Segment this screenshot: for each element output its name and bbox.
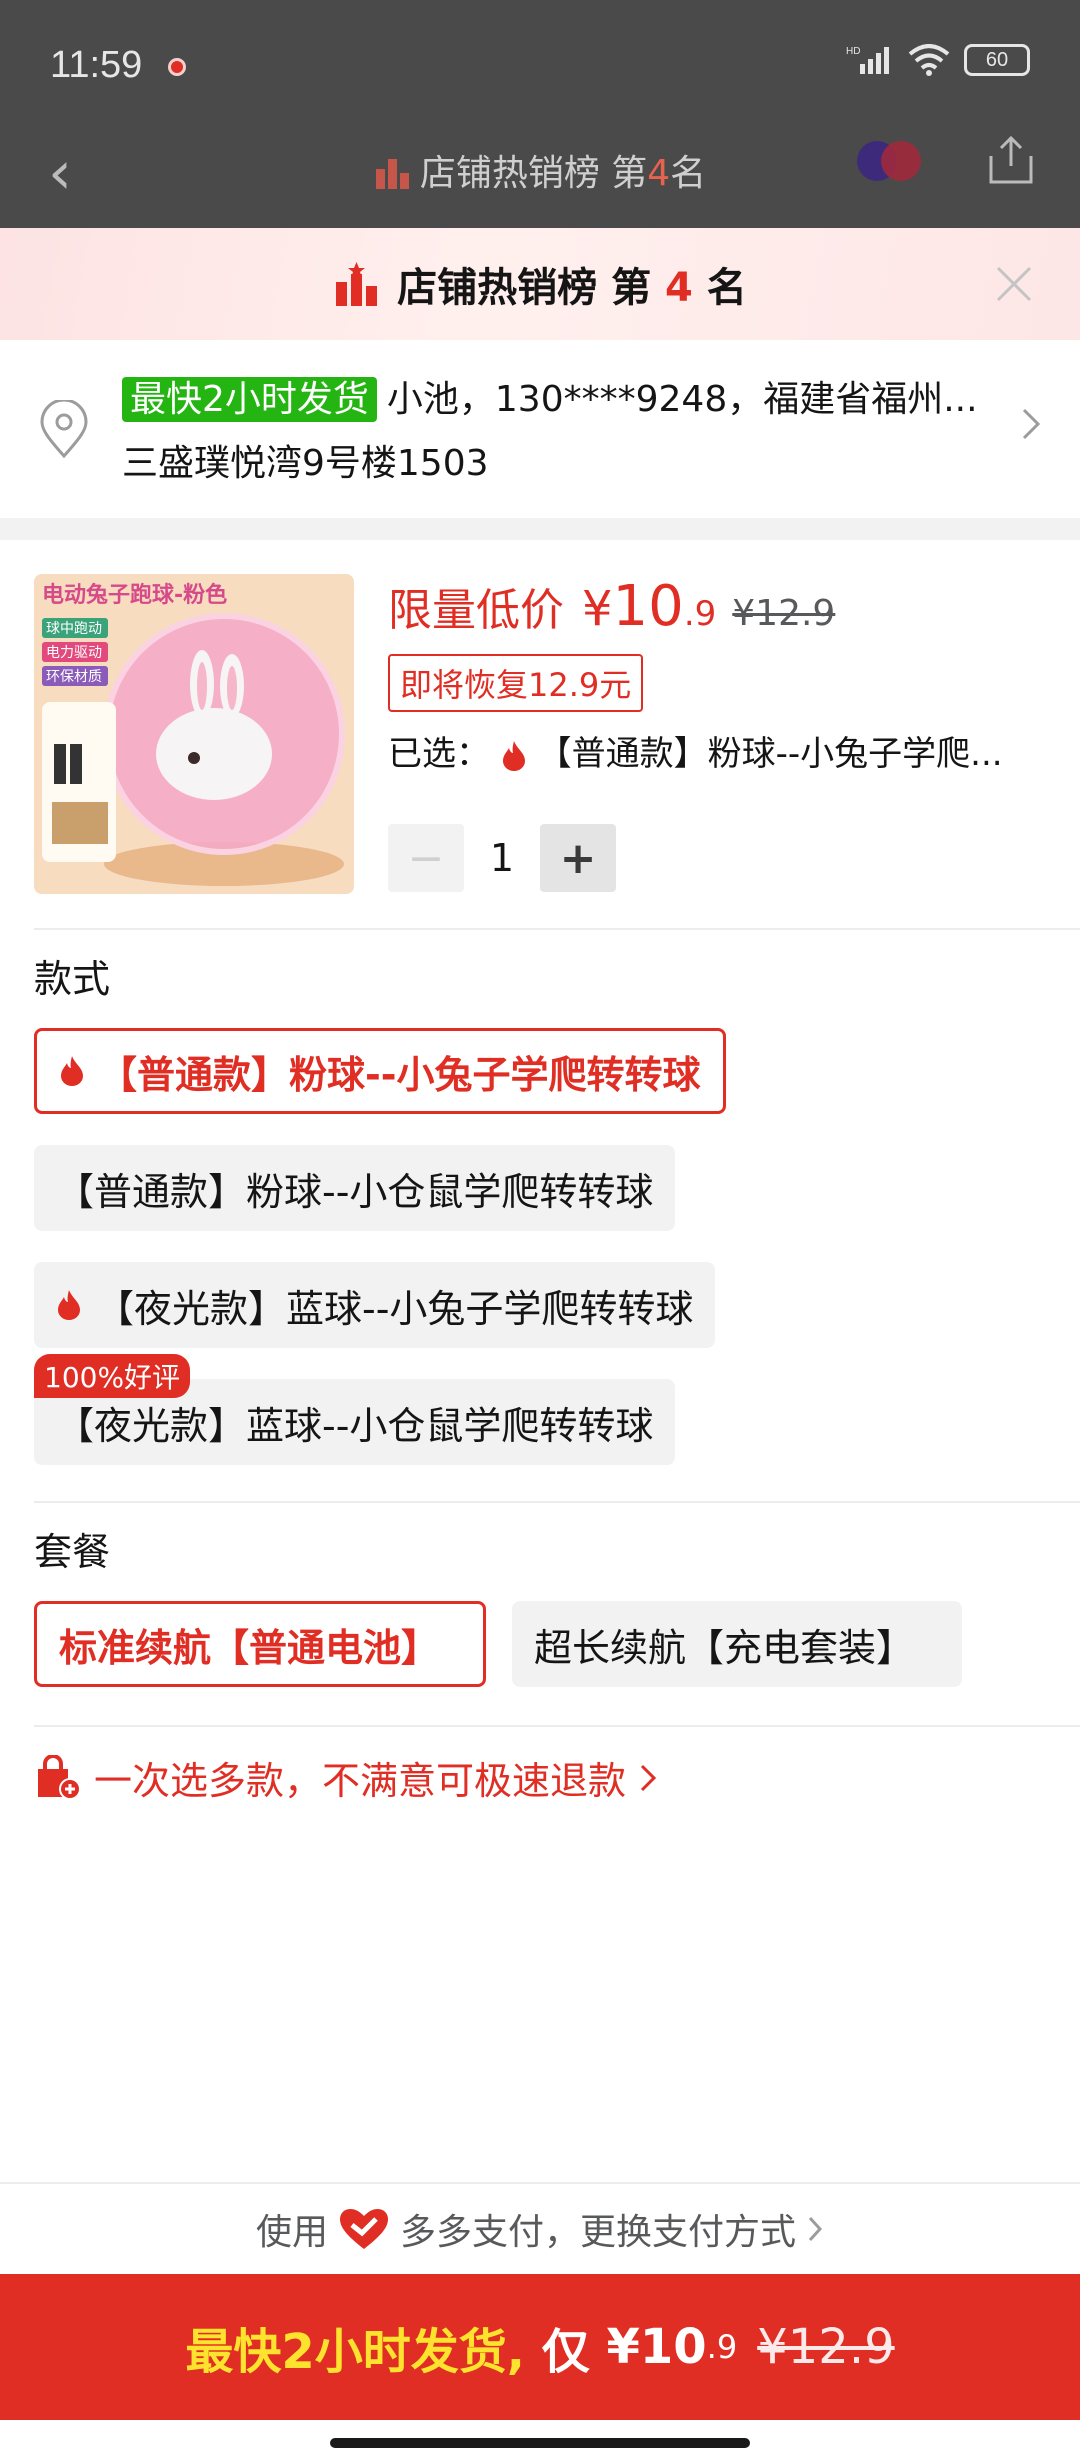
buy-fast-text: 最快2小时发货, [185,2324,526,2380]
product-image[interactable]: 电动兔子跑球-粉色 球中跑动 电力驱动 环保材质 [34,574,354,894]
background-title-rank: 4 [647,153,671,194]
image-feature-3: 环保材质 [46,669,102,685]
quantity-stepper: − 1 + [388,824,616,892]
price-integer: 10 [612,574,684,639]
fast-ship-tag: 最快2小时发货 [122,377,377,422]
rank-number: 4 [665,265,693,311]
status-bar: 11:59 HD 60 [0,0,1080,135]
chevron-right-icon [1022,408,1041,440]
section-divider [0,518,1080,540]
decrease-button[interactable]: − [388,824,464,892]
package-option-2[interactable]: 超长续航【充电套装】 [512,1601,962,1687]
address-contact: 小池，130****9248，福建省福州... [386,379,978,420]
selected-value: 【普通款】粉球--小兔子学爬... [537,734,1003,774]
close-icon[interactable] [988,258,1040,310]
address-line2: 三盛璞悦湾9号楼1503 [122,443,489,484]
price-line: 限量低价 ¥10.9 ¥12.9 [388,574,835,639]
original-price: ¥12.9 [732,593,836,634]
multi-select-text: 一次选多款，不满意可极速退款 [94,1759,627,1803]
status-icons: HD 60 [846,44,1030,76]
payment-method[interactable]: 使用 多多支付，更换支付方式 [0,2182,1080,2274]
flame-icon [58,1290,80,1320]
selected-sku: 已选： 【普通款】粉球--小兔子学爬... [388,726,1048,775]
background-nav: ‹ 店铺热销榜 第4名 [0,120,1080,220]
sku-selection-sheet: 店铺热销榜 第 4 名 最快2小时发货 小池，130****9248，福建省福州.… [0,228,1080,2460]
background-title-suffix: 名 [670,153,707,194]
price-restore-tag: 即将恢复12.9元 [388,654,644,712]
rank-banner-text: 店铺热销榜 第 4 名 [397,255,747,313]
product-photo: 电动兔子跑球-粉色 球中跑动 电力驱动 环保材质 [34,574,354,894]
chevron-right-icon [808,2216,823,2242]
package-option-label: 超长续航【充电套装】 [534,1625,915,1670]
network-type: HD [846,46,860,57]
pay-prefix: 使用 [255,2212,328,2253]
price-currency: ¥ [582,581,613,637]
rank-icon [336,262,378,306]
chevron-right-icon [640,1764,657,1791]
image-feature-1: 球中跑动 [46,621,102,637]
style-section-title: 款式 [34,957,111,1001]
buy-currency: ¥ [606,2319,640,2375]
notification-icon [168,58,186,76]
status-time: 11:59 [50,44,143,86]
buy-price-int: 10 [639,2319,707,2375]
buy-price-decimal: .9 [706,2328,738,2366]
flame-icon [61,1056,83,1086]
divider [34,1725,1080,1727]
package-option-1[interactable]: 标准续航【普通电池】 [34,1601,486,1687]
duoduo-pay-icon [340,2209,388,2249]
buy-button[interactable]: 最快2小时发货, 仅 ¥10.9 ¥12.9 [0,2274,1080,2420]
rank-icon [375,159,409,189]
divider [34,1501,1080,1503]
style-option-3[interactable]: 【夜光款】蓝球--小兔子学爬转转球 [34,1262,716,1348]
style-option-label: 【夜光款】蓝球--小仓鼠学爬转转球 [56,1403,654,1448]
rank-suffix: 名 [706,265,747,311]
selected-prefix: 已选： [388,734,490,774]
home-indicator[interactable] [330,2438,750,2448]
style-option-1[interactable]: 【普通款】粉球--小兔子学爬转转球 [34,1028,726,1114]
rank-banner[interactable]: 店铺热销榜 第 4 名 [0,228,1080,340]
style-option-label: 【普通款】粉球--小仓鼠学爬转转球 [56,1169,654,1214]
increase-button[interactable]: + [540,824,616,892]
buy-original-price: ¥12.9 [757,2319,895,2375]
signal-icon: HD [846,46,889,74]
package-section-title: 套餐 [34,1530,111,1574]
battery-icon: 60 [964,44,1030,76]
rank-prefix: 店铺热销榜 第 [397,265,652,311]
style-option-label: 【普通款】粉球--小兔子学爬转转球 [99,1052,701,1097]
location-pin-icon [40,400,88,459]
quantity-value[interactable]: 1 [464,836,540,880]
package-option-label: 标准续航【普通电池】 [59,1625,440,1670]
wifi-icon [908,44,950,76]
pay-method-text: 多多支付，更换支付方式 [400,2212,797,2253]
style-option-label: 【夜光款】蓝球--小兔子学爬转转球 [96,1286,694,1331]
share-icon[interactable] [985,134,1037,186]
background-title-prefix: 店铺热销榜 第 [419,153,648,194]
divider [34,928,1080,930]
buy-only: 仅 [541,2324,590,2380]
flame-icon [502,740,525,771]
address-line1: 最快2小时发货 小池，130****9248，福建省福州... [122,370,982,422]
shipping-address[interactable]: 最快2小时发货 小池，130****9248，福建省福州... 三盛璞悦湾9号楼1… [0,340,1080,518]
rating-badge: 100%好评 [34,1354,191,1398]
image-feature-2: 电力驱动 [46,645,102,661]
price-decimal: .9 [683,594,717,634]
style-option-2[interactable]: 【普通款】粉球--小仓鼠学爬转转球 [34,1145,676,1231]
multi-select-refund[interactable]: 一次选多款，不满意可极速退款 [34,1750,658,1805]
shop-logo-icon [857,141,921,181]
shopping-bag-plus-icon [38,1754,81,1800]
price-label: 限量低价 [388,585,564,636]
image-title: 电动兔子跑球-粉色 [42,582,227,608]
